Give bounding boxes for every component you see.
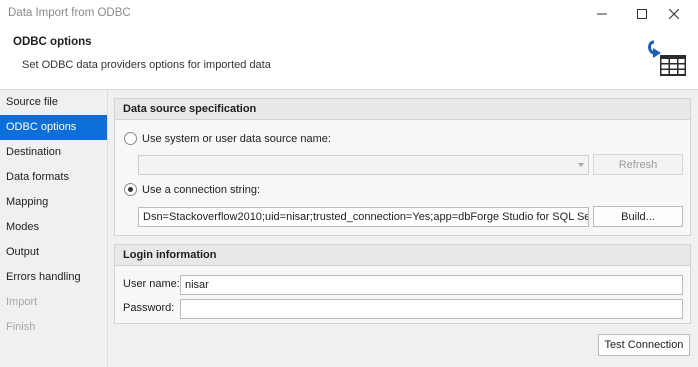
connection-string-input[interactable]: Dsn=Stackoverflow2010;uid=nisar;trusted_… <box>138 207 589 227</box>
nav-item-odbc-options[interactable]: ODBC options <box>0 115 107 140</box>
main-panel: Data source specification Use system or … <box>108 90 698 367</box>
title-bar: Data Import from ODBC <box>0 0 698 28</box>
dsn-select[interactable] <box>138 155 589 175</box>
page-title: ODBC options <box>13 36 92 48</box>
dsn-radio-option[interactable]: Use system or user data source name: <box>124 132 331 145</box>
username-label: User name: <box>123 278 180 290</box>
nav-item-source-file[interactable]: Source file <box>0 90 107 115</box>
minimize-button[interactable] <box>588 0 616 28</box>
dsn-radio-label: Use system or user data source name: <box>142 132 331 145</box>
nav-item-destination[interactable]: Destination <box>0 140 107 165</box>
refresh-button[interactable]: Refresh <box>593 154 683 175</box>
connection-string-radio-option[interactable]: Use a connection string: <box>124 183 260 196</box>
nav-item-errors-handling[interactable]: Errors handling <box>0 265 107 290</box>
maximize-icon <box>637 9 647 19</box>
test-connection-button[interactable]: Test Connection <box>598 334 690 356</box>
data-source-heading: Data source specification <box>115 99 690 120</box>
page-subtitle: Set ODBC data providers options for impo… <box>22 59 271 71</box>
connection-string-radio[interactable] <box>124 183 137 196</box>
nav-item-import: Import <box>6 296 38 308</box>
window-title: Data Import from ODBC <box>8 7 131 19</box>
build-button[interactable]: Build... <box>593 206 683 227</box>
wizard-nav: Source file ODBC options Destination Dat… <box>0 90 108 367</box>
connection-string-radio-label: Use a connection string: <box>142 183 261 196</box>
username-field[interactable]: nisar <box>180 275 683 295</box>
nav-item-output[interactable]: Output <box>0 240 107 265</box>
dsn-radio[interactable] <box>124 132 137 145</box>
wizard-header: ODBC options Set ODBC data providers opt… <box>0 28 698 90</box>
nav-item-finish: Finish <box>6 321 36 333</box>
nav-item-data-formats[interactable]: Data formats <box>0 165 107 190</box>
login-group: Login information User name: nisar Passw… <box>114 244 691 324</box>
chevron-down-icon <box>578 163 584 167</box>
close-button[interactable] <box>660 0 688 28</box>
close-icon <box>669 9 679 19</box>
password-field[interactable] <box>180 299 683 319</box>
maximize-button[interactable] <box>628 0 656 28</box>
import-wizard-window: Data Import from ODBC ODBC options Set O… <box>0 0 698 367</box>
data-source-group: Data source specification Use system or … <box>114 98 691 236</box>
minimize-icon <box>597 13 607 15</box>
import-table-icon <box>648 40 686 76</box>
nav-item-mapping[interactable]: Mapping <box>0 190 107 215</box>
nav-item-modes[interactable]: Modes <box>0 215 107 240</box>
password-label: Password: <box>123 302 175 314</box>
login-heading: Login information <box>115 245 690 266</box>
